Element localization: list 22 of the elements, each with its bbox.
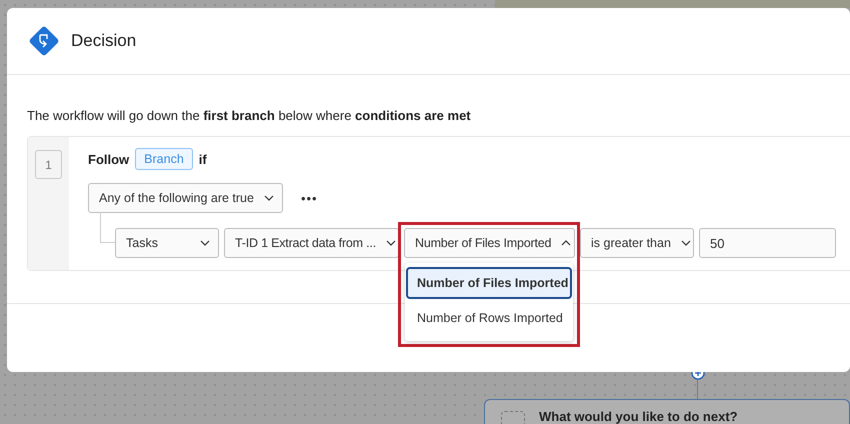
card-title: What would you like to do next? bbox=[539, 409, 738, 424]
chevron-icon bbox=[680, 240, 691, 246]
branch-number: 1 bbox=[35, 150, 62, 179]
chevron-icon bbox=[200, 240, 210, 246]
value-field[interactable]: 50 bbox=[699, 228, 836, 258]
next-step-card[interactable]: What would you like to do next? bbox=[484, 399, 850, 424]
condition-dropdown[interactable]: Tasks bbox=[115, 228, 219, 258]
chevron-icon bbox=[386, 240, 396, 246]
condition-dropdown[interactable]: T-ID 1 Extract data from ... bbox=[224, 228, 399, 258]
condition-dropdown[interactable]: Number of Files Imported bbox=[404, 228, 575, 258]
more-button[interactable]: ••• bbox=[294, 190, 324, 206]
dialog-title: Decision bbox=[71, 31, 136, 51]
group-dropdown[interactable]: Any of the following are true bbox=[88, 183, 283, 213]
chevron-icon bbox=[264, 195, 274, 201]
condition-dropdown[interactable]: is greater than bbox=[580, 228, 694, 258]
chevron-icon bbox=[561, 240, 572, 246]
if-label: if bbox=[198, 152, 207, 166]
menu-option[interactable]: Number of Files Imported bbox=[406, 267, 572, 299]
placeholder-icon bbox=[501, 411, 525, 424]
follow-label: Follow bbox=[88, 152, 130, 166]
intro-text: The workflow will go down the first branch below where conditions are met bbox=[27, 108, 472, 123]
menu-option[interactable]: Number of Rows Imported bbox=[406, 302, 572, 334]
